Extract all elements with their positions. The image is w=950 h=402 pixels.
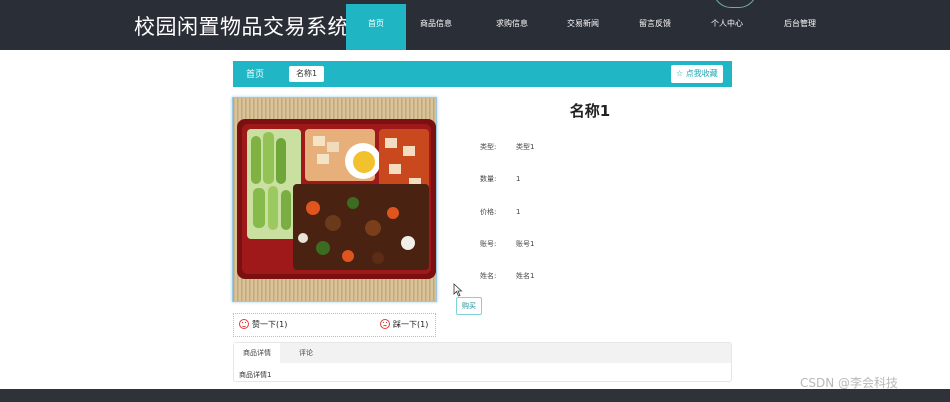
tab-comments[interactable]: 评论 bbox=[290, 343, 322, 363]
dislike-button[interactable]: 踩一下(1) bbox=[380, 319, 428, 330]
info-label: 账号: bbox=[480, 240, 497, 248]
info-label: 类型: bbox=[480, 143, 497, 151]
info-value: 1 bbox=[516, 175, 521, 183]
favorite-button[interactable]: ☆ 点我收藏 bbox=[671, 65, 723, 83]
nav-news[interactable]: 交易新闻 bbox=[553, 4, 613, 50]
nav-products[interactable]: 商品信息 bbox=[406, 4, 466, 50]
dislike-label: 踩一下(1) bbox=[393, 320, 429, 329]
info-account: 账号: 账号1 bbox=[480, 239, 534, 249]
food-bento-image bbox=[233, 98, 436, 301]
info-price: 价格: 1 bbox=[480, 207, 520, 217]
vote-box: 赞一下(1) 踩一下(1) bbox=[233, 313, 436, 337]
buy-button[interactable]: 购买 bbox=[456, 297, 482, 315]
nav-wanted[interactable]: 求购信息 bbox=[482, 4, 542, 50]
breadcrumb: 首页 名称1 ☆ 点我收藏 bbox=[233, 61, 732, 87]
info-value: 1 bbox=[516, 208, 521, 216]
detail-tabs: 商品详情 评论 商品详情1 bbox=[233, 342, 732, 382]
mouse-cursor-icon bbox=[453, 283, 463, 297]
info-value: 类型1 bbox=[516, 143, 535, 151]
product-name: 名称1 bbox=[569, 102, 611, 120]
frown-icon bbox=[380, 319, 390, 329]
info-label: 姓名: bbox=[480, 272, 497, 280]
info-quantity: 数量: 1 bbox=[480, 174, 520, 184]
like-label: 赞一下(1) bbox=[252, 320, 288, 329]
tab-content: 商品详情1 bbox=[239, 371, 272, 379]
breadcrumb-home[interactable]: 首页 bbox=[246, 67, 264, 80]
smile-icon bbox=[239, 319, 249, 329]
like-button[interactable]: 赞一下(1) bbox=[239, 319, 287, 330]
nav-admin[interactable]: 后台管理 bbox=[770, 4, 830, 50]
tab-details[interactable]: 商品详情 bbox=[234, 343, 280, 363]
nav-feedback[interactable]: 留言反馈 bbox=[625, 4, 685, 50]
nav-user-center[interactable]: 个人中心 bbox=[697, 4, 757, 50]
info-label: 数量: bbox=[480, 175, 497, 183]
site-title: 校园闲置物品交易系统 bbox=[134, 15, 349, 39]
product-image bbox=[232, 97, 437, 302]
nav-home[interactable]: 首页 bbox=[346, 4, 406, 50]
top-navbar: 校园闲置物品交易系统 首页 商品信息 求购信息 交易新闻 留言反馈 个人中心 后… bbox=[0, 0, 950, 50]
info-value: 姓名1 bbox=[516, 272, 535, 280]
info-value: 账号1 bbox=[516, 240, 535, 248]
info-type: 类型: 类型1 bbox=[480, 142, 534, 152]
watermark: CSDN @李会科技 bbox=[800, 376, 899, 390]
breadcrumb-current: 名称1 bbox=[289, 66, 325, 82]
tabs-header: 商品详情 评论 bbox=[234, 343, 731, 363]
info-label: 价格: bbox=[480, 208, 497, 216]
info-name: 姓名: 姓名1 bbox=[480, 271, 534, 281]
